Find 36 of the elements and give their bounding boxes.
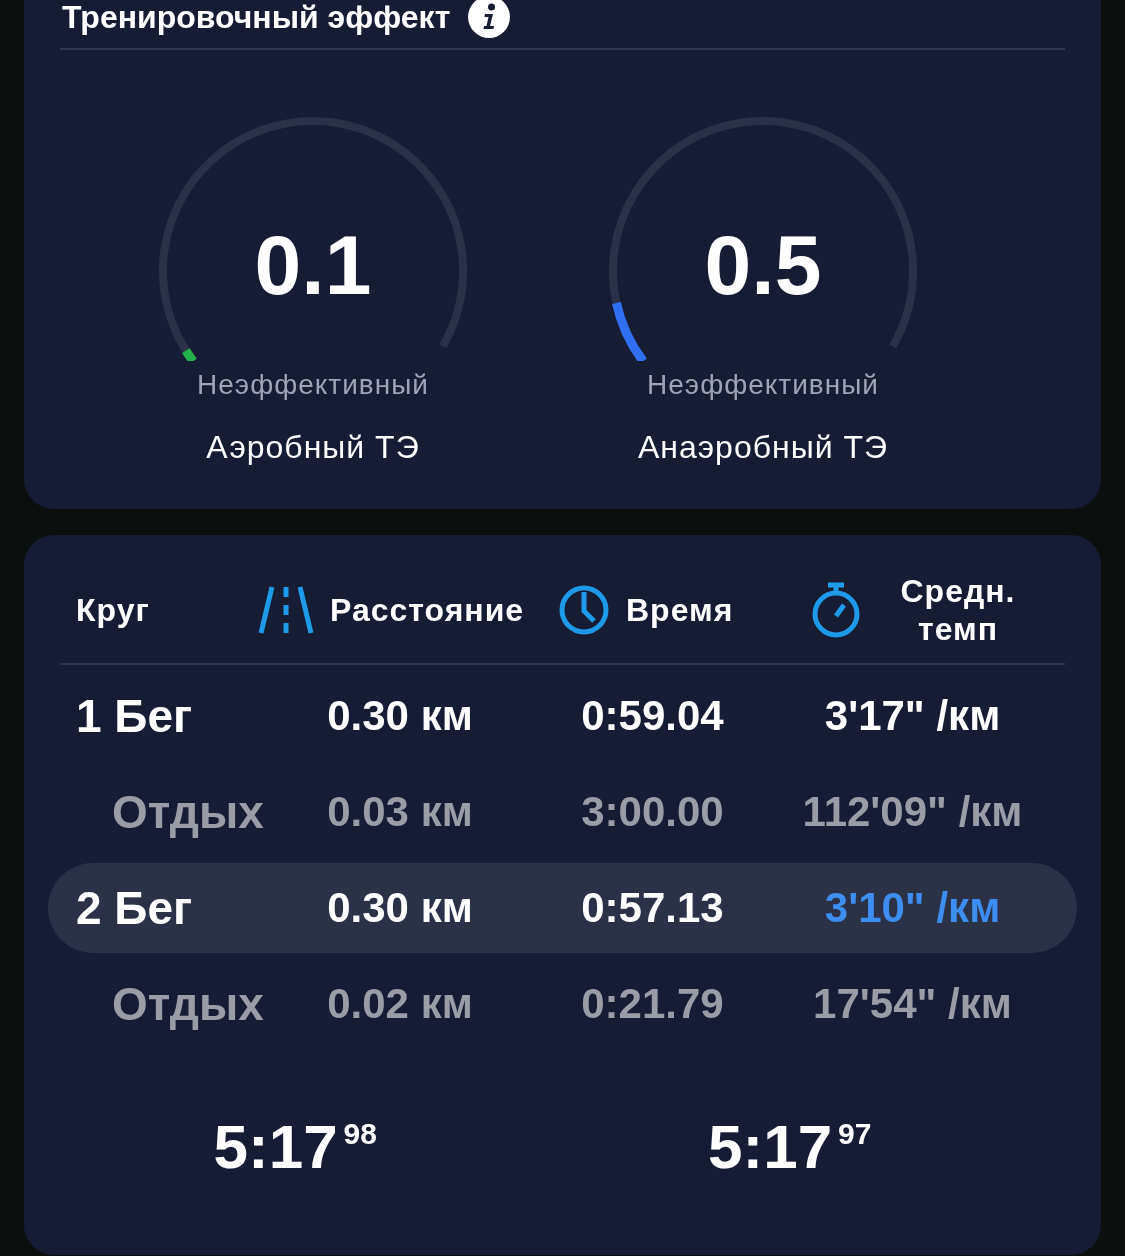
table-cell-text: 17'54" /км [812,980,1013,1028]
column-header: Средн. темп [899,572,1017,648]
table-cell-text: 0.30 км [326,692,474,740]
clock-icon [558,584,610,636]
total-time: 5:17$^{98}$ [212,1111,378,1182]
table-cell-text: 3'17" /км [823,692,1002,740]
table-cell-text: Отдых [111,977,265,1031]
table-cell-text: 3:00.00 [580,788,725,836]
column-header: Время [626,591,734,629]
gauge-value: 0.1 [253,223,373,307]
gauge-label: Анаэробный ТЭ [637,429,888,466]
table-cell-text: 112'09" /км [801,788,1024,836]
gauge-label: Аэробный ТЭ [206,429,420,466]
table-cell-text: 0:59.04 [580,692,725,740]
gauge-value: 0.5 [703,223,823,307]
table-cell-text: 0.30 км [326,884,474,932]
gauge-rating: Неэффективный [197,369,429,401]
column-header: Круг [76,591,150,629]
table-cell-text: 0.02 км [326,980,474,1028]
table-row[interactable]: 2 Бег 0.30 км 0:57.13 3'10" /км [48,863,1077,953]
table-cell-text: 0:21.79 [580,980,725,1028]
table-cell-text: 0:57.13 [580,884,725,932]
table-row[interactable]: Отдых 0.03 км 3:00.00 112'09" /км [48,767,1077,857]
table-cell-text: 2 Бег [76,881,194,935]
table-cell-text: 0.03 км [326,788,474,836]
table-cell-text: 3'10" /км [823,884,1002,932]
info-icon[interactable] [468,0,511,38]
table-cell-text: Отдых [111,785,265,839]
gauge-rating: Неэффективный [647,369,879,401]
section-title: Тренировочный эффект [62,0,451,36]
column-header: Расстояние [330,591,525,629]
table-cell-text: 1 Бег [76,689,194,743]
table-row[interactable]: 1 Бег 0.30 км 0:59.04 3'17" /км [48,671,1077,761]
total-time: 5:17$^{97}$ [707,1111,873,1182]
stopwatch-icon [810,581,862,639]
table-row[interactable]: Отдых 0.02 км 0:21.79 17'54" /км [48,959,1077,1049]
